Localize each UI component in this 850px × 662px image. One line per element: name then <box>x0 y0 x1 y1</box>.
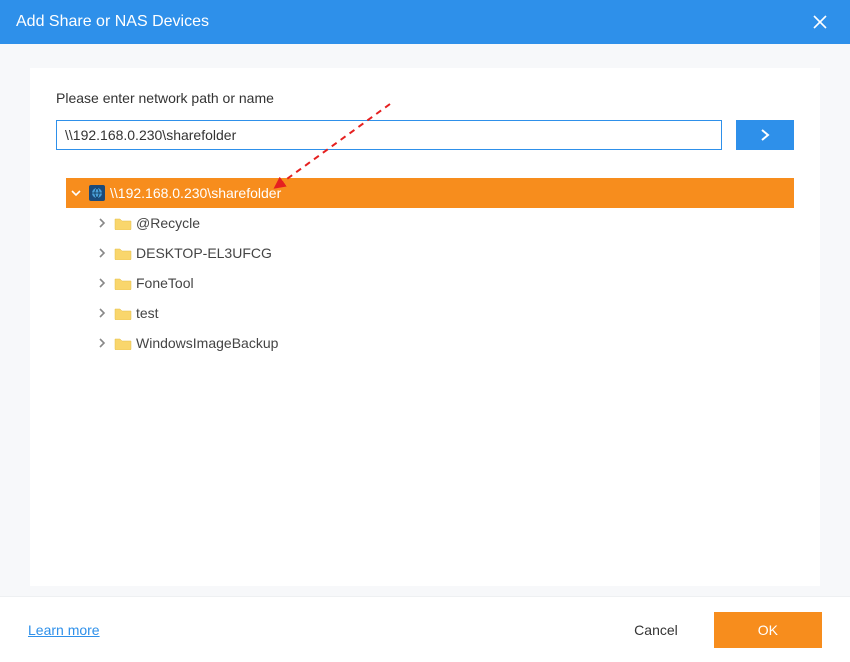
tree-root-sharefolder[interactable]: \\192.168.0.230\sharefolder <box>66 178 794 208</box>
network-share-icon <box>86 184 108 202</box>
tree-item-label: @Recycle <box>134 215 200 231</box>
cancel-button[interactable]: Cancel <box>614 614 698 646</box>
chevron-down-icon[interactable] <box>66 188 86 198</box>
tree-item-label: WindowsImageBackup <box>134 335 278 351</box>
dialog-title: Add Share or NAS Devices <box>16 13 808 31</box>
folder-icon <box>112 276 134 290</box>
main-panel: Please enter network path or name <box>30 68 820 586</box>
folder-tree: \\192.168.0.230\sharefolder @Recycle <box>66 178 794 358</box>
dialog-footer: Learn more Cancel OK <box>0 596 850 662</box>
folder-icon <box>112 246 134 260</box>
tree-root-label: \\192.168.0.230\sharefolder <box>108 185 281 201</box>
tree-item-label: test <box>134 305 159 321</box>
titlebar: Add Share or NAS Devices <box>0 0 850 44</box>
ok-button[interactable]: OK <box>714 612 822 648</box>
folder-icon <box>112 306 134 320</box>
chevron-right-icon[interactable] <box>92 308 112 318</box>
tree-item-test[interactable]: test <box>66 298 794 328</box>
chevron-right-icon[interactable] <box>92 278 112 288</box>
dialog-body: Please enter network path or name <box>0 44 850 596</box>
learn-more-link[interactable]: Learn more <box>28 622 100 638</box>
prompt-label: Please enter network path or name <box>56 90 794 106</box>
tree-item-fonetool[interactable]: FoneTool <box>66 268 794 298</box>
close-button[interactable] <box>808 10 832 34</box>
add-share-nas-dialog: Add Share or NAS Devices Please enter ne… <box>0 0 850 662</box>
tree-item-label: DESKTOP-EL3UFCG <box>134 245 272 261</box>
go-button[interactable] <box>736 120 794 150</box>
folder-icon <box>112 336 134 350</box>
chevron-right-icon[interactable] <box>92 218 112 228</box>
network-path-input[interactable] <box>56 120 722 150</box>
close-icon <box>813 15 827 29</box>
path-row <box>56 120 794 150</box>
chevron-right-icon <box>759 128 771 142</box>
chevron-right-icon[interactable] <box>92 248 112 258</box>
folder-icon <box>112 216 134 230</box>
tree-item-windowsimagebackup[interactable]: WindowsImageBackup <box>66 328 794 358</box>
tree-item-label: FoneTool <box>134 275 194 291</box>
tree-item-recycle[interactable]: @Recycle <box>66 208 794 238</box>
tree-item-desktop-el3ufcg[interactable]: DESKTOP-EL3UFCG <box>66 238 794 268</box>
chevron-right-icon[interactable] <box>92 338 112 348</box>
